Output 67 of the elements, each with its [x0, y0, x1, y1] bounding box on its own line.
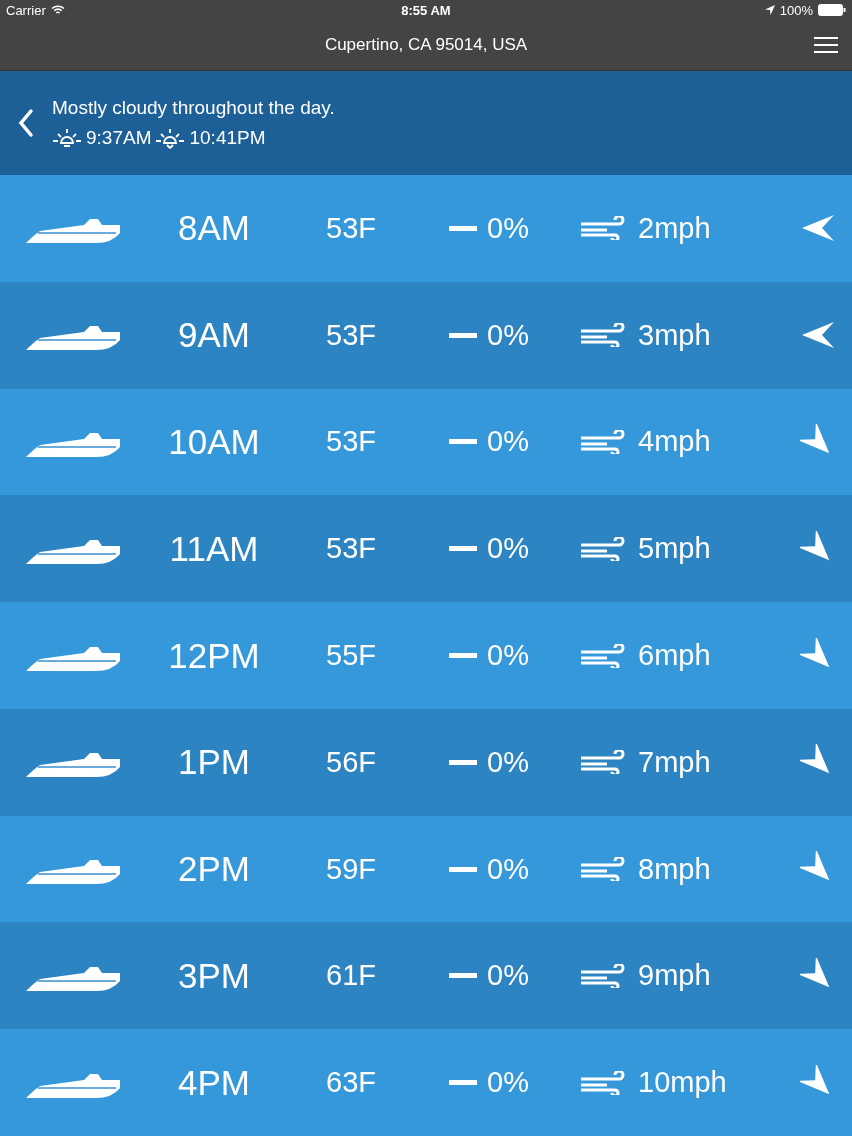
battery-icon: [818, 4, 846, 16]
sunrise-time: 9:37AM: [86, 127, 152, 149]
dash-icon: [449, 973, 477, 979]
hourly-row[interactable]: 12PM 55F 0% 6mph: [0, 602, 852, 709]
hourly-row[interactable]: 8AM 53F 0% 2mph: [0, 175, 852, 282]
hourly-row[interactable]: 4PM 63F 0% 10mph: [0, 1029, 852, 1136]
sunrise-icon: [52, 127, 82, 149]
precipitation: 0%: [487, 1066, 529, 1100]
dash-icon: [449, 759, 477, 765]
temperature: 56F: [326, 745, 376, 779]
dash-icon: [449, 1080, 477, 1086]
hourly-row[interactable]: 11AM 53F 0% 5mph: [0, 495, 852, 603]
temperature: 53F: [326, 318, 376, 352]
dash-icon: [449, 546, 477, 552]
precipitation: 0%: [487, 318, 529, 352]
hourly-row[interactable]: 10AM 53F 0% 4mph: [0, 388, 852, 496]
hour-label: 3PM: [178, 955, 250, 996]
wind-speed: 9mph: [638, 959, 711, 993]
carrier-label: Carrier: [6, 2, 46, 18]
precipitation: 0%: [487, 959, 529, 993]
sunset-time: 10:41PM: [189, 127, 266, 149]
temperature: 61F: [326, 959, 376, 993]
wifi-icon: [50, 5, 65, 15]
wind-speed: 2mph: [638, 211, 711, 245]
precipitation: 0%: [487, 425, 529, 459]
dash-icon: [449, 439, 477, 445]
sunset-icon: [155, 127, 186, 149]
hourly-row[interactable]: 2PM 59F 0% 8mph: [0, 815, 852, 923]
precipitation: 0%: [487, 639, 529, 672]
hourly-row[interactable]: 9AM 53F 0% 3mph: [0, 281, 852, 389]
hour-label: 1PM: [178, 742, 250, 783]
hour-label: 10AM: [168, 421, 260, 462]
clock-time: 8:55 AM: [401, 2, 451, 18]
location-title: Cupertino, CA 95014, USA: [324, 35, 528, 55]
battery-percent: 100%: [779, 2, 813, 18]
hourly-row[interactable]: 1PM 56F 0% 7mph: [0, 708, 852, 816]
temperature: 63F: [326, 1066, 376, 1100]
wind-speed: 4mph: [638, 425, 711, 459]
dash-icon: [449, 866, 477, 872]
temperature: 59F: [326, 852, 376, 886]
forecast-summary: Mostly cloudy throughout the day.: [52, 97, 335, 119]
dash-icon: [449, 225, 477, 231]
hour-label: 9AM: [178, 315, 250, 356]
temperature: 55F: [326, 639, 376, 672]
location-arrow-icon: [764, 5, 775, 15]
precipitation: 0%: [487, 745, 529, 779]
hour-label: 4PM: [178, 1062, 250, 1103]
back-button[interactable]: [18, 108, 34, 138]
temperature: 53F: [326, 425, 376, 459]
wind-speed: 6mph: [638, 639, 711, 672]
wind-speed: 10mph: [638, 1066, 727, 1100]
wind-speed: 7mph: [638, 745, 711, 779]
wind-speed: 3mph: [638, 318, 711, 352]
hour-label: 2PM: [178, 849, 250, 890]
hour-label: 8AM: [178, 208, 250, 249]
temperature: 53F: [326, 532, 376, 566]
wind-speed: 8mph: [638, 852, 711, 886]
hour-label: 11AM: [169, 528, 259, 569]
dash-icon: [449, 332, 477, 338]
temperature: 53F: [326, 211, 376, 245]
hourly-row[interactable]: 3PM 61F 0% 9mph: [0, 922, 852, 1030]
precipitation: 0%: [487, 852, 529, 886]
precipitation: 0%: [487, 211, 529, 245]
dash-icon: [449, 653, 477, 658]
precipitation: 0%: [487, 532, 529, 566]
wind-speed: 5mph: [638, 532, 711, 566]
hour-label: 12PM: [168, 635, 260, 676]
